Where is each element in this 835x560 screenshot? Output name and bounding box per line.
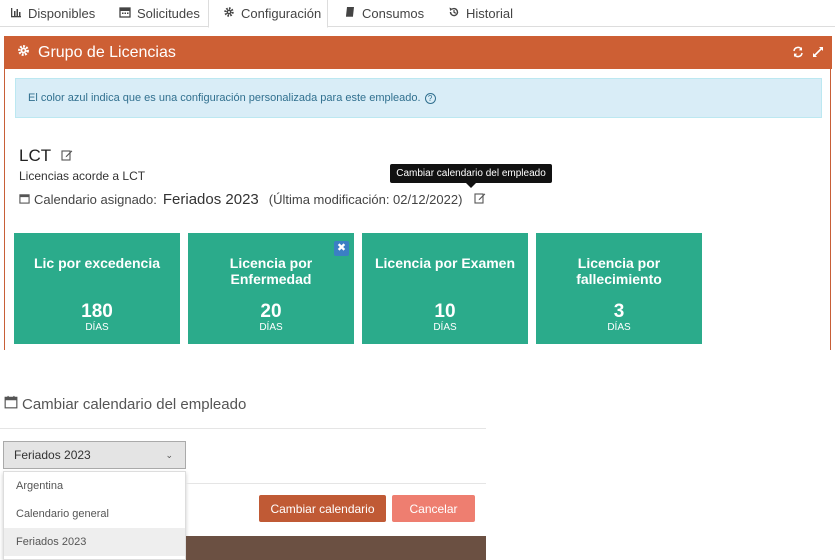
panel-header: Grupo de Licencias [5, 36, 832, 69]
last-modified: (Última modificación: 02/12/2022) [268, 192, 463, 207]
tab-configuracion[interactable]: Configuración [208, 0, 328, 28]
divider [0, 428, 486, 429]
card-value: 20 [260, 301, 282, 322]
card-value: 3 [613, 301, 625, 322]
dropdown-option[interactable]: Feriados 2023 [4, 528, 185, 556]
license-card[interactable]: Licencia por Examen 10 DÍAS [362, 233, 528, 344]
book-icon [344, 6, 356, 21]
card-unit: DÍAS [433, 322, 457, 333]
group-description: Licencias acorde a LCT [19, 169, 146, 183]
tab-label: Consumos [362, 6, 425, 21]
tab-bar: Disponibles Solicitudes Configuración Co… [0, 0, 835, 28]
tab-label: Historial [466, 6, 513, 21]
calendar-dropdown: Argentina Calendario general Feriados 20… [3, 471, 186, 560]
license-card[interactable]: ✖ Licencia por Enfermedad 20 DÍAS [188, 233, 354, 344]
edit-icon[interactable] [61, 146, 73, 166]
card-title: Licencia por Examen [374, 255, 516, 271]
tab-label: Solicitudes [137, 6, 200, 21]
tab-label: Disponibles [28, 6, 96, 21]
dropdown-option[interactable]: Calendario general [4, 500, 185, 528]
calendar-icon [119, 6, 131, 21]
tab-historial[interactable]: Historial [440, 0, 521, 27]
dropdown-option[interactable]: Argentina [4, 472, 185, 500]
tab-consumos[interactable]: Consumos [336, 0, 432, 27]
card-value: 10 [434, 301, 456, 322]
tooltip: Cambiar calendario del empleado [390, 164, 552, 188]
divider [186, 483, 486, 484]
calendar-line: Calendario asignado: Feriados 2023 (Últi… [19, 191, 486, 208]
change-calendar-button[interactable]: Cambiar calendario [259, 495, 386, 522]
tab-label: Configuración [241, 6, 322, 21]
calendar-icon [19, 192, 30, 207]
card-unit: DÍAS [607, 322, 631, 333]
card-title: Licencia por Enfermedad [229, 255, 313, 287]
calendar-icon [4, 395, 18, 413]
select-value: Feriados 2023 [14, 448, 91, 462]
card-title: Lic por excedencia [33, 255, 161, 271]
info-text: El color azul indica que es una configur… [28, 92, 421, 104]
question-icon[interactable]: ? [424, 92, 436, 104]
card-title: Licencia por fallecimiento [576, 255, 662, 287]
calendar-label: Calendario asignado: [34, 192, 157, 207]
history-icon [448, 6, 460, 21]
background-strip [186, 536, 486, 560]
refresh-icon[interactable] [792, 45, 804, 58]
gear-icon [223, 6, 235, 21]
cancel-button[interactable]: Cancelar [392, 495, 475, 522]
expand-icon[interactable] [812, 45, 824, 57]
panel-tools [792, 45, 824, 58]
calendar-name: Feriados 2023 [162, 191, 259, 208]
tab-solicitudes[interactable]: Solicitudes [111, 0, 208, 27]
chevron-down-icon: ⌄ [165, 450, 173, 460]
calendar-select[interactable]: Feriados 2023 ⌄ [3, 441, 186, 469]
tab-disponibles[interactable]: Disponibles [2, 0, 103, 27]
group-heading: LCT [19, 146, 73, 166]
card-value: 180 [81, 301, 113, 322]
card-unit: DÍAS [259, 322, 283, 333]
group-name: LCT [19, 146, 52, 165]
modal-title: Cambiar calendario del empleado [4, 395, 246, 413]
card-unit: DÍAS [85, 322, 109, 333]
license-card[interactable]: Lic por excedencia 180 DÍAS [14, 233, 180, 344]
license-card[interactable]: Licencia por fallecimiento 3 DÍAS [536, 233, 702, 344]
gear-icon [17, 44, 30, 62]
page: Disponibles Solicitudes Configuración Co… [0, 0, 835, 560]
modal-title-text: Cambiar calendario del empleado [22, 395, 247, 413]
remove-icon[interactable]: ✖ [334, 241, 349, 256]
panel-title: Grupo de Licencias [38, 43, 176, 61]
bar-chart-icon [10, 6, 22, 21]
edit-calendar-icon[interactable] [474, 192, 486, 207]
info-alert: El color azul indica que es una configur… [15, 78, 822, 118]
